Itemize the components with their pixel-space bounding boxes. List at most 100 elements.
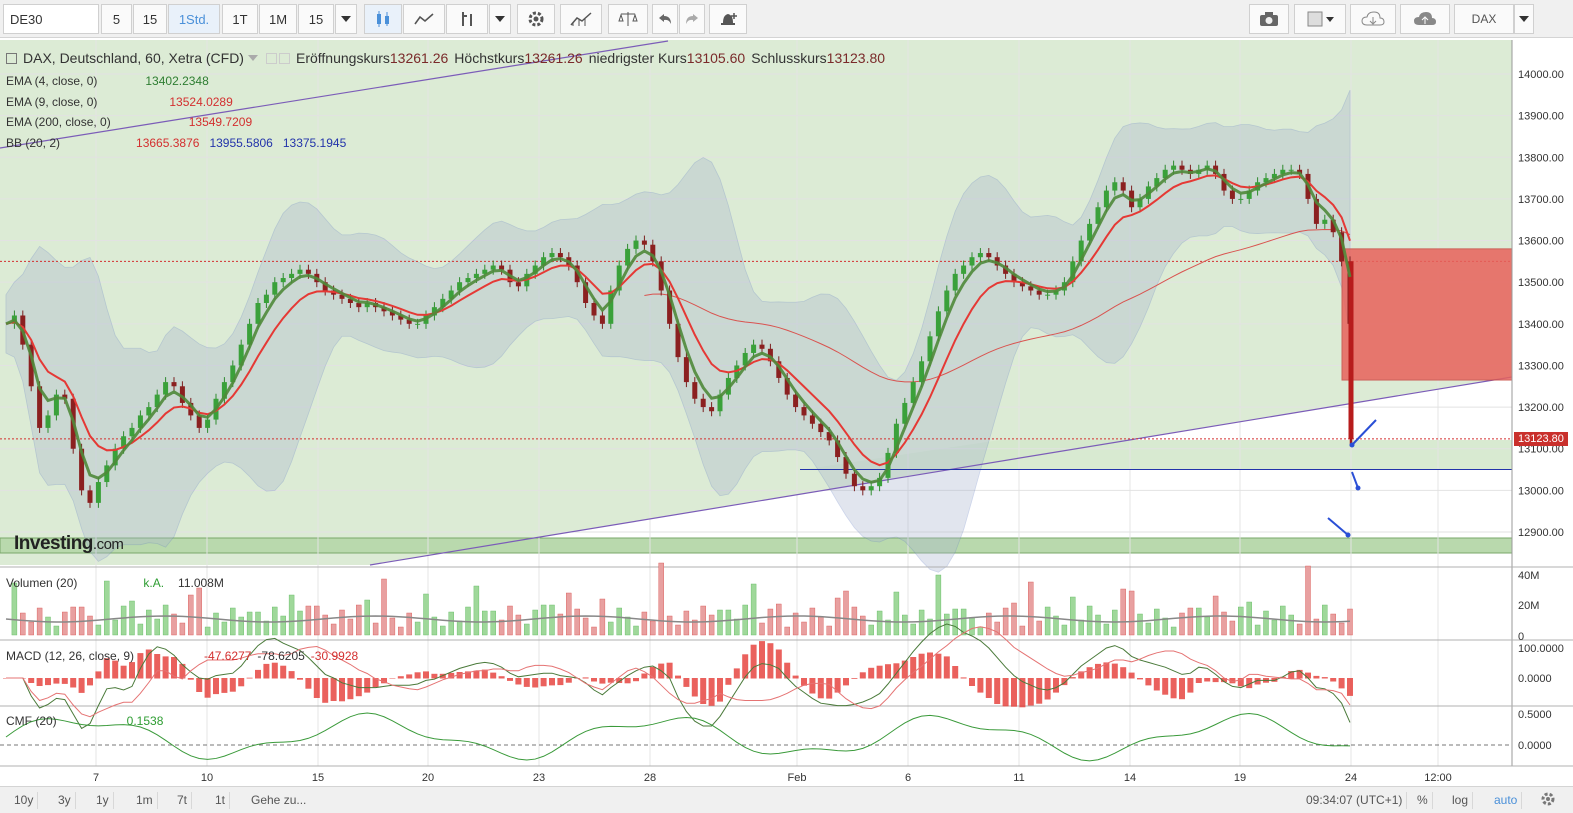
volume-bar	[1238, 606, 1244, 636]
log-toggle[interactable]: log	[1448, 792, 1474, 809]
x-tick-label: 15	[312, 772, 324, 784]
settings-gear-button[interactable]	[1540, 791, 1556, 810]
candle-body	[709, 407, 715, 412]
range-3y-button[interactable]: 3y	[54, 792, 76, 809]
interval-custom-button[interactable]: 15	[298, 4, 334, 34]
candle-body	[625, 248, 631, 266]
interval-5m-button[interactable]: 5	[101, 4, 132, 34]
macd-histogram-bar	[792, 675, 799, 679]
range-1m-button[interactable]: 1m	[132, 792, 158, 809]
interval-1m-button[interactable]: 1M	[259, 4, 297, 34]
interval-15m-button[interactable]: 15	[133, 4, 167, 34]
macd-histogram-bar	[36, 678, 43, 686]
symbol-dropdown[interactable]	[1514, 4, 1534, 34]
volume-bar	[591, 626, 597, 636]
bb-middle-value: 13665.3876	[136, 136, 200, 150]
macd-histogram-bar	[1002, 678, 1009, 707]
volume-bar	[826, 625, 832, 636]
macd-histogram-bar	[1069, 677, 1076, 679]
volume-bar	[154, 618, 160, 636]
range-10y-button[interactable]: 10y	[10, 792, 39, 809]
settings-button[interactable]	[517, 4, 555, 34]
macd-histogram-bar	[969, 678, 975, 686]
auto-toggle[interactable]: auto	[1490, 792, 1523, 809]
screenshot-button[interactable]	[1249, 4, 1289, 34]
balance-scale-icon	[618, 12, 638, 26]
bars-button[interactable]	[446, 4, 488, 34]
x-tick-label: 6	[905, 772, 911, 784]
range-7t-button[interactable]: 7t	[173, 792, 193, 809]
macd-histogram-bar	[364, 678, 371, 693]
candle-body	[641, 240, 647, 245]
macd-histogram-bar	[565, 678, 572, 683]
volume-bar	[1162, 617, 1168, 636]
line-chart-button[interactable]	[403, 4, 445, 34]
volume-bar	[255, 611, 261, 636]
y-tick-label: 13900.00	[1518, 111, 1564, 123]
percent-toggle[interactable]: %	[1413, 792, 1433, 809]
visibility-icon[interactable]	[265, 52, 277, 64]
compare-button[interactable]	[608, 4, 648, 34]
cloud-upload-button[interactable]	[1400, 4, 1450, 34]
macd-histogram-bar	[1153, 678, 1160, 691]
alert-button[interactable]	[709, 4, 747, 34]
candle-body	[591, 303, 597, 316]
cloud-download-button[interactable]	[1350, 4, 1396, 34]
volume-bar	[700, 605, 706, 636]
layout-square-icon	[1307, 11, 1334, 27]
macd-histogram-bar	[557, 678, 564, 686]
chevron-down-icon[interactable]	[247, 55, 258, 61]
volume-bar	[45, 616, 51, 636]
symbol-input[interactable]: DE30	[3, 4, 99, 34]
volume-bar	[314, 605, 320, 636]
collapse-icon[interactable]	[6, 52, 17, 64]
x-tick-label: 19	[1234, 772, 1246, 784]
volume-bar	[372, 622, 379, 636]
y-tick-label: 13000.00	[1518, 485, 1564, 497]
ema200-value: 13549.7209	[188, 115, 253, 129]
volume-bar	[851, 606, 858, 636]
candle-body	[1238, 198, 1244, 200]
goto-button[interactable]: Gehe zu...	[247, 792, 310, 809]
redo-icon	[686, 14, 698, 24]
range-1t-button[interactable]: 1t	[211, 792, 231, 809]
range-1y-button[interactable]: 1y	[92, 792, 114, 809]
volume-bar	[725, 609, 732, 636]
indicators-button[interactable]	[560, 4, 602, 34]
volume-bar	[473, 585, 480, 636]
chart-type-dropdown[interactable]	[489, 4, 511, 34]
volume-bar	[784, 626, 790, 636]
volume-bar	[1305, 565, 1311, 636]
volume-value-2: 11.008M	[178, 576, 224, 590]
undo-button[interactable]	[652, 4, 678, 34]
interval-label: 15	[142, 11, 158, 27]
macd-histogram-bar	[582, 677, 589, 679]
ema4-label: EMA (4, close, 0)	[6, 74, 98, 88]
volume-bar	[675, 624, 681, 636]
interval-dropdown-button[interactable]	[335, 4, 357, 34]
chart-canvas[interactable]: 14000.00 13900.00 13800.00 13700.00 13600.00…	[0, 38, 1573, 786]
volume-bar	[112, 619, 118, 636]
candles-button[interactable]	[364, 4, 402, 34]
interval-1h-button[interactable]: 1Std.	[168, 4, 220, 34]
macd-histogram-bar	[70, 678, 77, 688]
layout-button[interactable]	[1294, 4, 1346, 34]
volume-bar	[1103, 623, 1110, 636]
macd-histogram-bar	[95, 671, 102, 679]
volume-bar	[1263, 610, 1269, 636]
interval-1d-button[interactable]: 1T	[222, 4, 258, 34]
symbol-compare-select[interactable]: DAX	[1454, 4, 1514, 34]
volume-bar	[356, 604, 362, 636]
settings-small-icon[interactable]	[278, 52, 290, 64]
redo-button[interactable]	[679, 4, 705, 34]
candle-body	[549, 253, 555, 258]
volume-bar	[1137, 613, 1143, 636]
ema200-label: EMA (200, close, 0)	[6, 115, 111, 129]
macd-histogram-bar	[624, 678, 631, 684]
top-toolbar: DE30 5 15 1Std. 1T 1M 15 DAX	[0, 0, 1573, 38]
y-tick-label: 13800.00	[1518, 152, 1564, 164]
macd-histogram-bar	[1044, 678, 1051, 700]
candle-body	[801, 407, 807, 416]
macd-histogram-bar	[414, 672, 421, 679]
volume-bar	[977, 626, 984, 636]
